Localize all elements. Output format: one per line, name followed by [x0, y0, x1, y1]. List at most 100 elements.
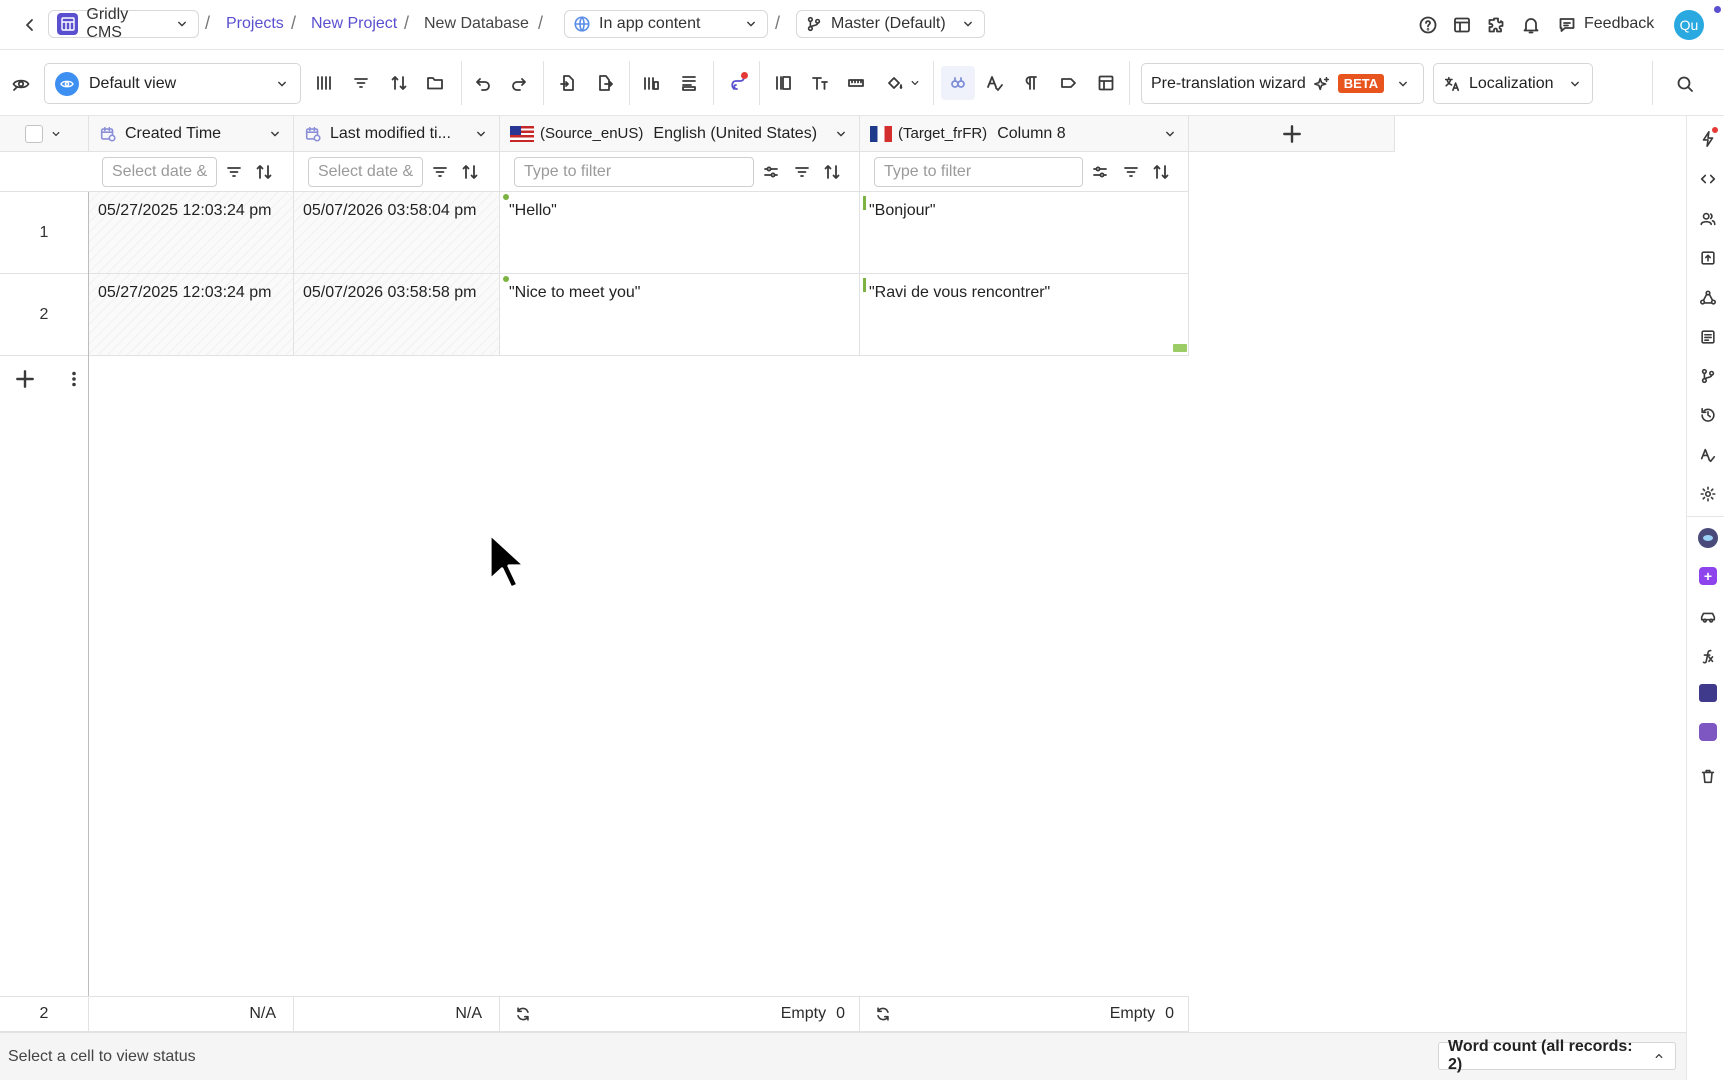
folder-icon[interactable] [418, 66, 452, 100]
row-number[interactable]: 2 [0, 274, 88, 356]
add-row-icon[interactable] [13, 367, 37, 391]
refresh-icon[interactable] [514, 1005, 532, 1023]
table-layout-icon[interactable] [1089, 66, 1123, 100]
feedback-icon[interactable] [1556, 14, 1578, 36]
column-header-target-french[interactable]: (Target_frFR) Column 8 [860, 116, 1189, 152]
dependency-badge [741, 72, 748, 79]
puzzle-icon[interactable] [1485, 14, 1507, 36]
import-icon[interactable] [551, 66, 585, 100]
settings-icon[interactable] [1697, 483, 1719, 505]
layout-icon[interactable] [1451, 14, 1473, 36]
filter-options-icon[interactable] [1089, 161, 1111, 183]
filter-options-icon[interactable] [760, 161, 782, 183]
add-column-button[interactable] [1189, 116, 1395, 152]
column-header-created-time[interactable]: Created Time [89, 116, 294, 152]
spellcheck-icon[interactable] [978, 66, 1012, 100]
more-vertical-icon[interactable] [62, 367, 86, 391]
cell-created-time[interactable]: 05/27/2025 12:03:24 pm [89, 192, 294, 274]
integration-stack-icon[interactable] [1699, 723, 1717, 741]
export-icon[interactable] [588, 66, 622, 100]
bell-icon[interactable] [1520, 14, 1542, 36]
chevron-down-icon[interactable] [1162, 126, 1178, 142]
localization-menu[interactable]: Localization [1433, 63, 1593, 104]
integration-plus-icon[interactable]: + [1699, 567, 1717, 585]
tag-icon[interactable] [1051, 66, 1085, 100]
chevron-down-icon[interactable] [473, 126, 489, 142]
row-height-icon[interactable] [839, 66, 873, 100]
branch-icon[interactable] [1697, 365, 1719, 387]
sort-icon[interactable] [253, 161, 275, 183]
word-count-button[interactable]: Word count (all records: 2) [1438, 1038, 1676, 1073]
refresh-icon[interactable] [874, 1005, 892, 1023]
chevron-down-icon[interactable] [49, 127, 63, 141]
integration-app-icon[interactable] [1699, 684, 1717, 702]
filter-icon[interactable] [344, 66, 378, 100]
cell-last-modified[interactable]: 05/07/2026 03:58:58 pm [294, 274, 500, 356]
chevron-down-icon[interactable] [908, 76, 922, 90]
cell-target-text[interactable]: "Bonjour" [860, 192, 1189, 274]
fill-color-icon[interactable] [878, 66, 912, 100]
cell-source-text[interactable]: "Hello" [500, 192, 860, 274]
find-replace-icon[interactable] [941, 66, 975, 100]
filter-icon[interactable] [223, 161, 245, 183]
formula-icon[interactable] [1697, 645, 1719, 667]
select-all-checkbox[interactable] [25, 124, 43, 143]
date-filter-input[interactable]: Select date & [102, 157, 217, 187]
filter-icon[interactable] [791, 161, 813, 183]
breadcrumb-projects[interactable]: Projects [226, 15, 284, 33]
cell-created-time[interactable]: 05/27/2025 12:03:24 pm [89, 274, 294, 356]
car-icon[interactable] [1697, 606, 1719, 628]
trash-icon[interactable] [1697, 765, 1719, 787]
sort-icon[interactable] [459, 161, 481, 183]
column-header-last-modified[interactable]: Last modified ti... [294, 116, 500, 152]
search-icon[interactable] [1673, 72, 1697, 96]
footer-target-stats: Empty 0 [860, 996, 1189, 1032]
text-filter-input[interactable]: Type to filter [514, 157, 754, 187]
pre-translation-wizard-button[interactable]: Pre-translation wizard BETA [1141, 63, 1424, 104]
sort-icon[interactable] [821, 161, 843, 183]
hide-view-icon[interactable] [10, 73, 32, 95]
date-filter-input[interactable]: Select date & [308, 157, 423, 187]
notes-icon[interactable] [1697, 326, 1719, 348]
redo-icon[interactable] [502, 66, 536, 100]
row-number[interactable]: 1 [0, 192, 88, 274]
chevron-down-icon[interactable] [833, 126, 849, 142]
column-settings-icon[interactable] [634, 66, 668, 100]
text-filter-input[interactable]: Type to filter [874, 157, 1083, 187]
sort-icon[interactable] [382, 66, 416, 100]
code-icon[interactable] [1697, 168, 1719, 190]
cell-last-modified[interactable]: 05/07/2026 03:58:04 pm [294, 192, 500, 274]
help-icon[interactable] [1417, 14, 1439, 36]
breadcrumb-project[interactable]: New Project [311, 15, 397, 33]
avatar[interactable]: Qu [1674, 10, 1704, 40]
chevron-down-icon[interactable] [267, 126, 283, 142]
dependency-icon[interactable] [721, 66, 755, 100]
upload-icon[interactable] [1697, 247, 1719, 269]
spellcheck-icon[interactable] [1697, 444, 1719, 466]
undo-icon[interactable] [466, 66, 500, 100]
cell-target-text[interactable]: "Ravi de vous rencontrer" [860, 274, 1189, 356]
branch-selector[interactable]: Master (Default) [796, 10, 985, 38]
status-dot [503, 194, 509, 200]
feedback-link[interactable]: Feedback [1584, 15, 1654, 33]
app-switcher[interactable]: Gridly CMS [48, 6, 199, 41]
history-icon[interactable] [1697, 404, 1719, 426]
column-tag: (Target_frFR) [898, 125, 988, 142]
grid-selector[interactable]: In app content [564, 10, 768, 38]
filter-icon[interactable] [429, 161, 451, 183]
paragraph-icon[interactable] [1014, 66, 1048, 100]
users-icon[interactable] [1697, 208, 1719, 230]
freeze-column-icon[interactable] [766, 66, 800, 100]
row-settings-icon[interactable] [672, 66, 706, 100]
filter-icon[interactable] [1120, 161, 1142, 183]
share-icon[interactable] [1697, 287, 1719, 309]
text-size-icon[interactable] [803, 66, 837, 100]
view-selector[interactable]: Default view [44, 63, 301, 104]
cell-source-text[interactable]: "Nice to meet you" [500, 274, 860, 356]
sort-icon[interactable] [1150, 161, 1172, 183]
back-chevron-icon[interactable] [20, 15, 40, 35]
integration-eye-icon[interactable] [1698, 528, 1718, 548]
columns-icon[interactable] [307, 66, 341, 100]
column-header-source-english[interactable]: (Source_enUS) English (United States) [500, 116, 860, 152]
breadcrumb-database[interactable]: New Database [424, 15, 529, 33]
